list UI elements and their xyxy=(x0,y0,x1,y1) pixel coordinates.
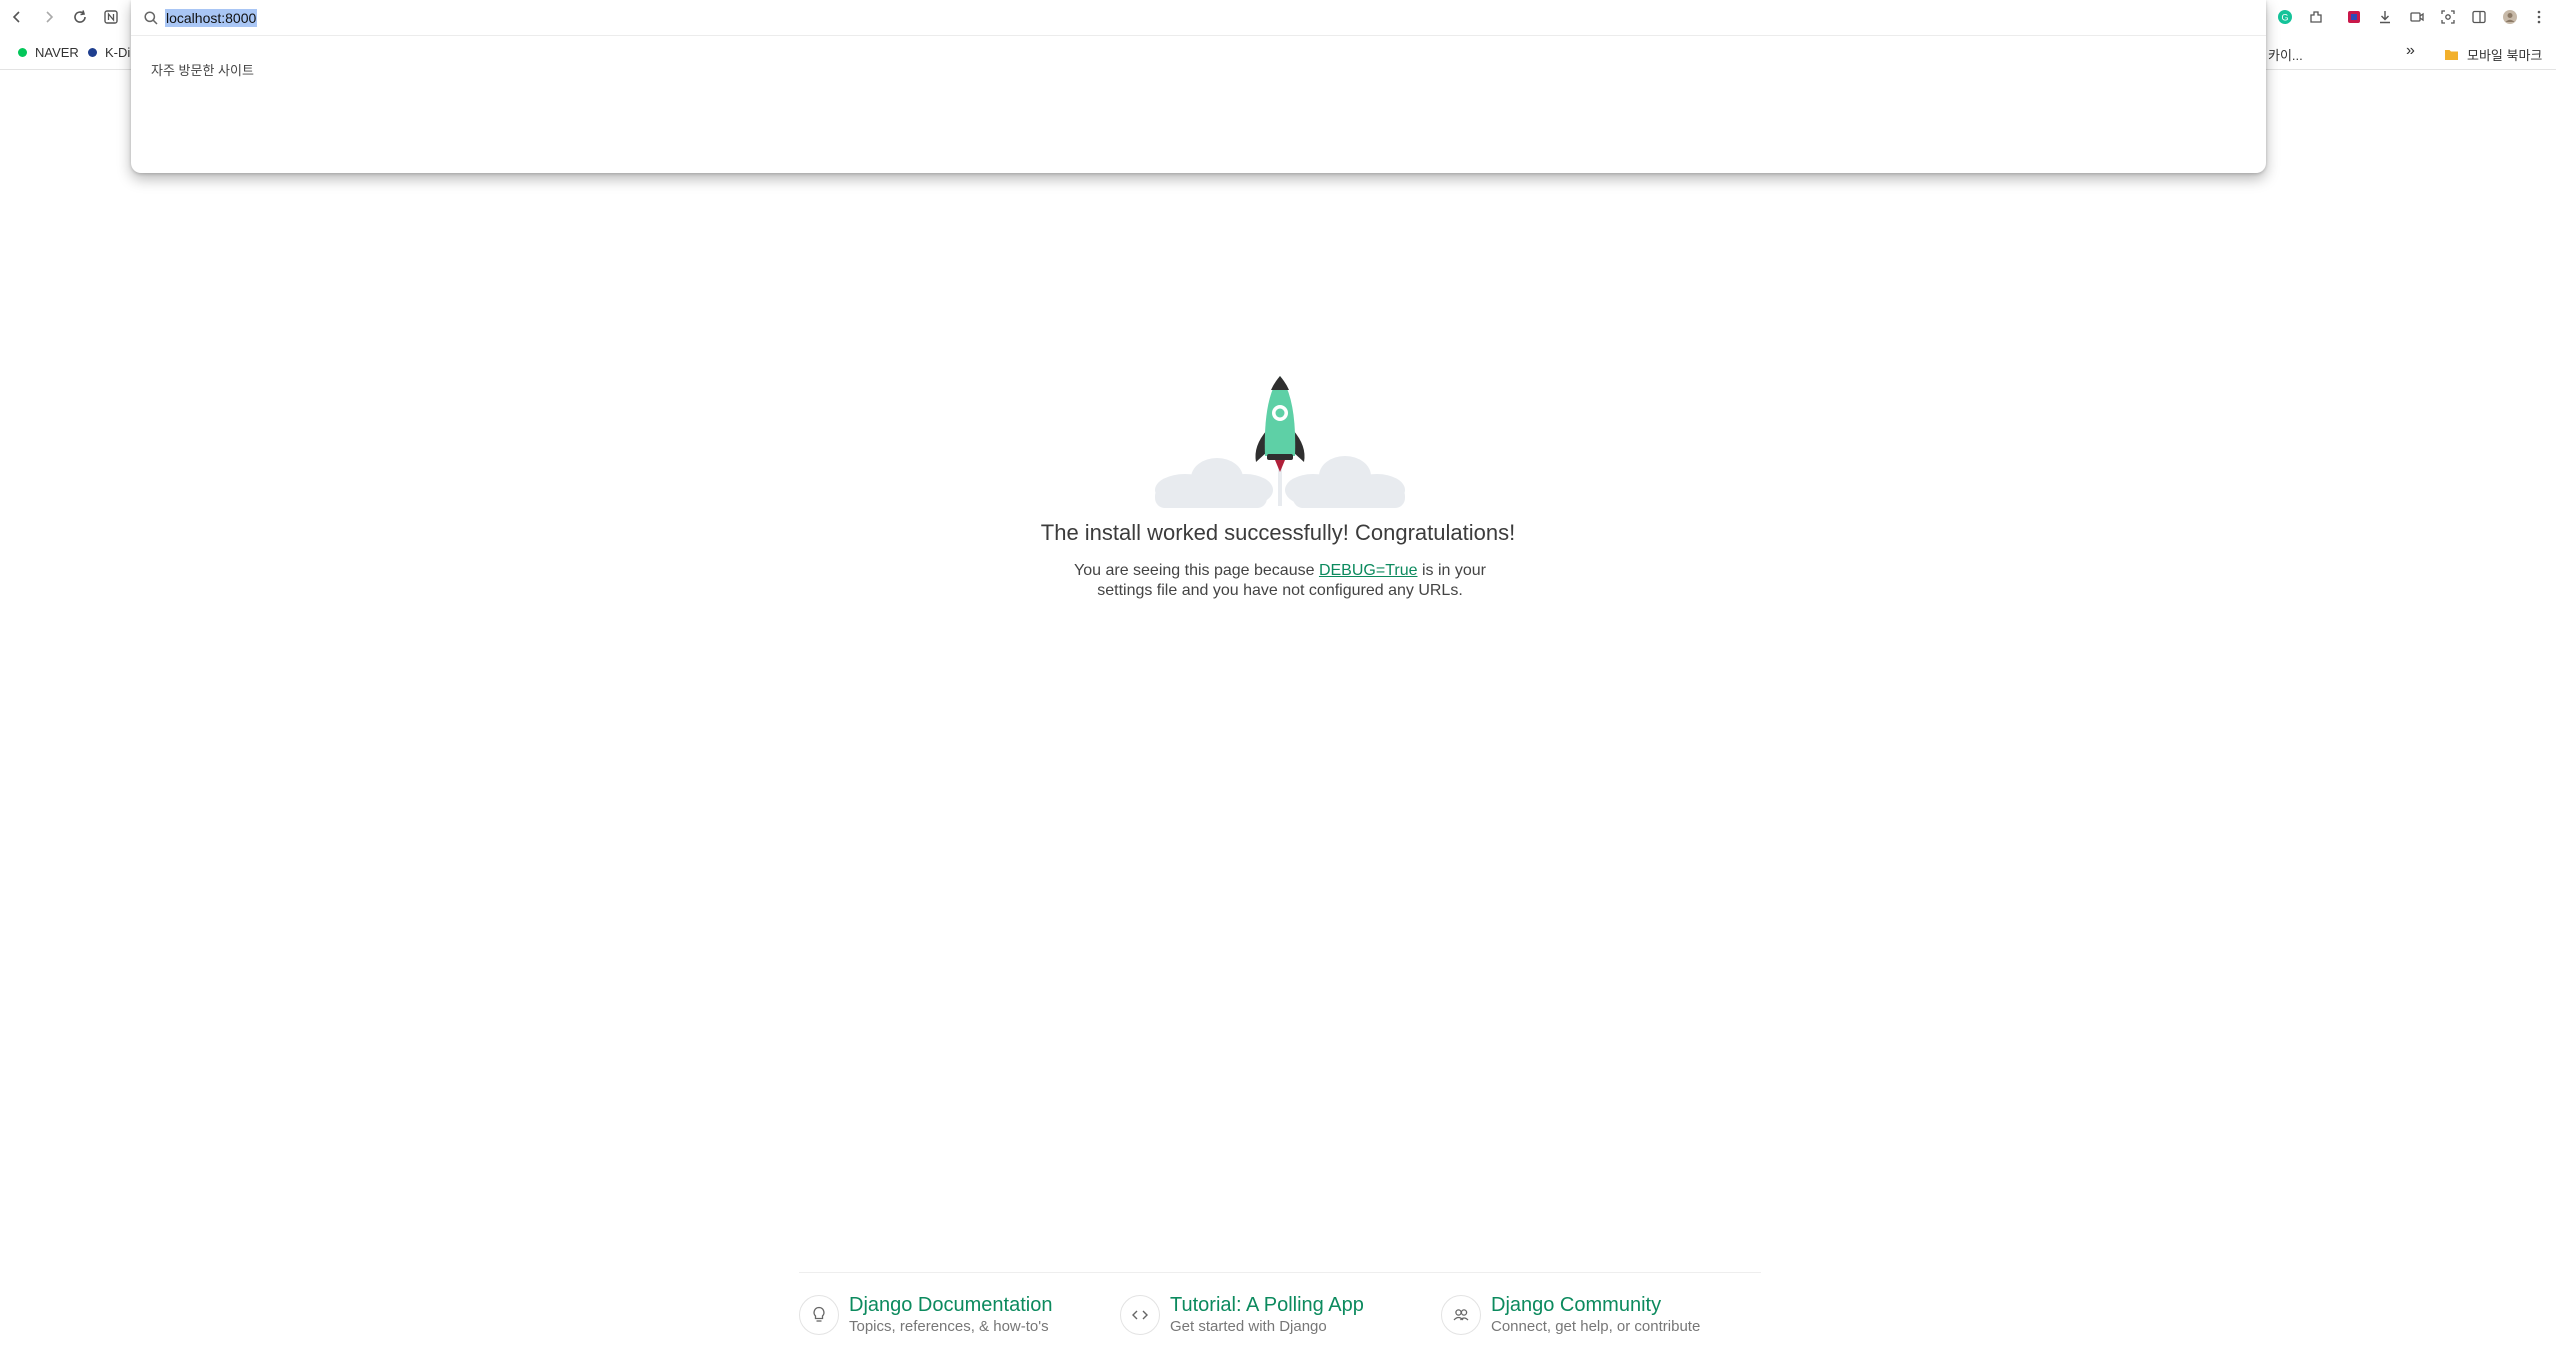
site-badge-icon xyxy=(104,10,118,24)
svg-text:G: G xyxy=(2281,13,2288,23)
site-info-button[interactable] xyxy=(100,6,122,28)
mobile-bookmarks-folder[interactable]: 모바일 북마크 xyxy=(2444,45,2542,64)
card-description: Get started with Django xyxy=(1170,1318,1327,1335)
search-icon xyxy=(144,11,158,25)
rocket-illustration xyxy=(1155,376,1405,508)
media-icon[interactable] xyxy=(2406,6,2428,28)
card-title[interactable]: Django Community xyxy=(1491,1293,1700,1317)
card-tutorial-polling-app[interactable]: Tutorial: A Polling App Get started with… xyxy=(1120,1293,1364,1341)
bookmarks-overflow-button[interactable]: » xyxy=(2406,42,2415,60)
page-headline: The install worked successfully! Congrat… xyxy=(1040,520,1516,545)
screenshot-icon[interactable] xyxy=(2437,6,2459,28)
side-panel-icon[interactable] xyxy=(2468,6,2490,28)
address-value: localhost:8000 xyxy=(165,9,258,27)
profile-avatar-icon[interactable] xyxy=(2499,6,2521,28)
card-description: Connect, get help, or contribute xyxy=(1491,1318,1701,1335)
reload-button[interactable] xyxy=(69,6,91,28)
footer-divider xyxy=(799,1272,1761,1273)
flag-extension-icon[interactable] xyxy=(2343,6,2365,28)
card-title[interactable]: Django Documentation xyxy=(849,1293,1052,1317)
download-icon[interactable] xyxy=(2374,6,2396,28)
arrow-left-icon xyxy=(12,11,20,23)
reload-icon xyxy=(74,10,86,23)
bookmark-truncated[interactable]: 카이... xyxy=(2268,45,2303,64)
extension-puzzle-icon[interactable] xyxy=(2305,6,2327,28)
people-icon xyxy=(1441,1295,1481,1335)
debug-setting-link[interactable]: DEBUG=True xyxy=(1319,562,1418,579)
lightbulb-icon xyxy=(799,1295,839,1335)
card-description: Topics, references, & how-to's xyxy=(849,1318,1049,1335)
grammarly-icon[interactable]: G xyxy=(2274,6,2296,28)
k-di-favicon-icon xyxy=(88,48,97,57)
bookmark-k-di[interactable]: K-Di xyxy=(88,45,130,60)
omnibox-input-row[interactable]: localhost:8000 xyxy=(131,0,2266,36)
card-django-documentation[interactable]: Django Documentation Topics, references,… xyxy=(799,1293,1052,1341)
arrow-right-icon xyxy=(46,11,54,23)
card-title[interactable]: Tutorial: A Polling App xyxy=(1170,1293,1364,1317)
bookmark-naver[interactable]: NAVER xyxy=(18,45,79,60)
naver-favicon-icon xyxy=(18,48,27,57)
code-icon xyxy=(1120,1295,1160,1335)
menu-kebab-icon[interactable] xyxy=(2528,6,2550,28)
page-subtitle: You are seeing this page because DEBUG=T… xyxy=(1074,562,1486,599)
omnibox-dropdown: localhost:8000 자주 방문한 사이트 xyxy=(131,0,2266,173)
forward-button[interactable] xyxy=(38,6,60,28)
folder-icon xyxy=(2445,50,2458,60)
card-django-community[interactable]: Django Community Connect, get help, or c… xyxy=(1441,1293,1700,1341)
back-button[interactable] xyxy=(6,6,28,28)
address-input[interactable]: localhost:8000 xyxy=(165,7,258,29)
frequent-sites-heading: 자주 방문한 사이트 xyxy=(151,63,254,78)
